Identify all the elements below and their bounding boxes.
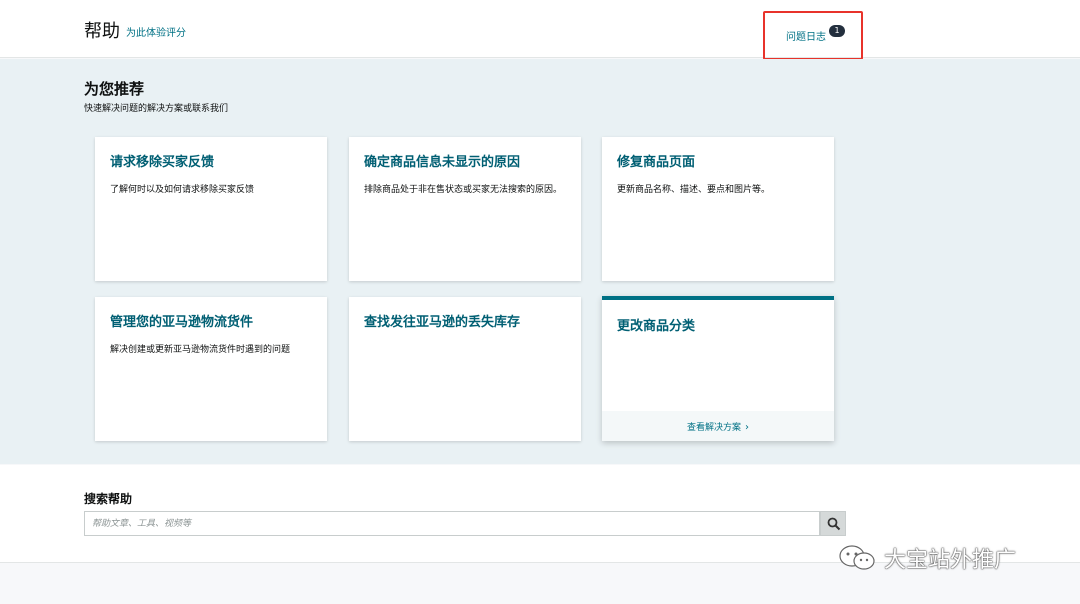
card-listing-not-shown[interactable]: 确定商品信息未显示的原因 排除商品处于非在售状态或买家无法搜索的原因。 bbox=[349, 137, 581, 281]
card-fix-product-page[interactable]: 修复商品页面 更新商品名称、描述、要点和图片等。 bbox=[602, 137, 834, 281]
search-button[interactable] bbox=[820, 511, 846, 536]
recommendations-subtitle: 快速解决问题的解决方案或联系我们 bbox=[84, 104, 229, 114]
page-title: 帮助 bbox=[84, 21, 120, 42]
recommendations-title: 为您推荐 bbox=[84, 80, 145, 98]
view-solution-link[interactable]: 查看解决方案 bbox=[687, 420, 741, 433]
card-change-category[interactable]: 更改商品分类 查看解决方案 › bbox=[602, 296, 834, 441]
card-description: 了解何时以及如何请求移除买家反馈 bbox=[110, 185, 255, 195]
search-icon bbox=[827, 517, 841, 531]
card-find-lost-inventory[interactable]: 查找发往亚马逊的丢失库存 bbox=[349, 297, 581, 441]
wechat-icon bbox=[839, 545, 875, 570]
rate-experience-link[interactable]: 为此体验评分 bbox=[126, 24, 186, 39]
card-title: 管理您的亚马逊物流货件 bbox=[110, 315, 254, 330]
card-remove-buyer-feedback[interactable]: 请求移除买家反馈 了解何时以及如何请求移除买家反馈 bbox=[95, 137, 327, 281]
card-footer: 查看解决方案 › bbox=[602, 411, 834, 441]
card-manage-fba-shipments[interactable]: 管理您的亚马逊物流货件 解决创建或更新亚马逊物流货件时遇到的问题 bbox=[95, 297, 327, 441]
search-input[interactable] bbox=[84, 511, 820, 536]
chevron-right-icon: › bbox=[745, 422, 749, 433]
card-title: 查找发往亚马逊的丢失库存 bbox=[364, 315, 521, 330]
search-title: 搜索帮助 bbox=[84, 492, 133, 506]
watermark: 大宝站外推广 bbox=[838, 538, 1058, 574]
card-title: 确定商品信息未显示的原因 bbox=[364, 155, 521, 170]
card-description: 解决创建或更新亚马逊物流货件时遇到的问题 bbox=[110, 345, 291, 355]
card-title: 修复商品页面 bbox=[617, 155, 696, 170]
problem-log-count-badge: 1 bbox=[829, 25, 845, 37]
card-description: 更新商品名称、描述、要点和图片等。 bbox=[617, 185, 771, 195]
card-title: 更改商品分类 bbox=[617, 319, 696, 334]
card-title: 请求移除买家反馈 bbox=[110, 155, 215, 170]
card-description: 排除商品处于非在售状态或买家无法搜索的原因。 bbox=[364, 185, 563, 195]
help-page: 帮助 为此体验评分 问题日志 1 为您推荐 快速解决问题的解决方案或联系我们 请… bbox=[0, 0, 1080, 604]
problem-log-link[interactable]: 问题日志 bbox=[786, 28, 826, 43]
watermark-text: 大宝站外推广 bbox=[884, 548, 1017, 573]
